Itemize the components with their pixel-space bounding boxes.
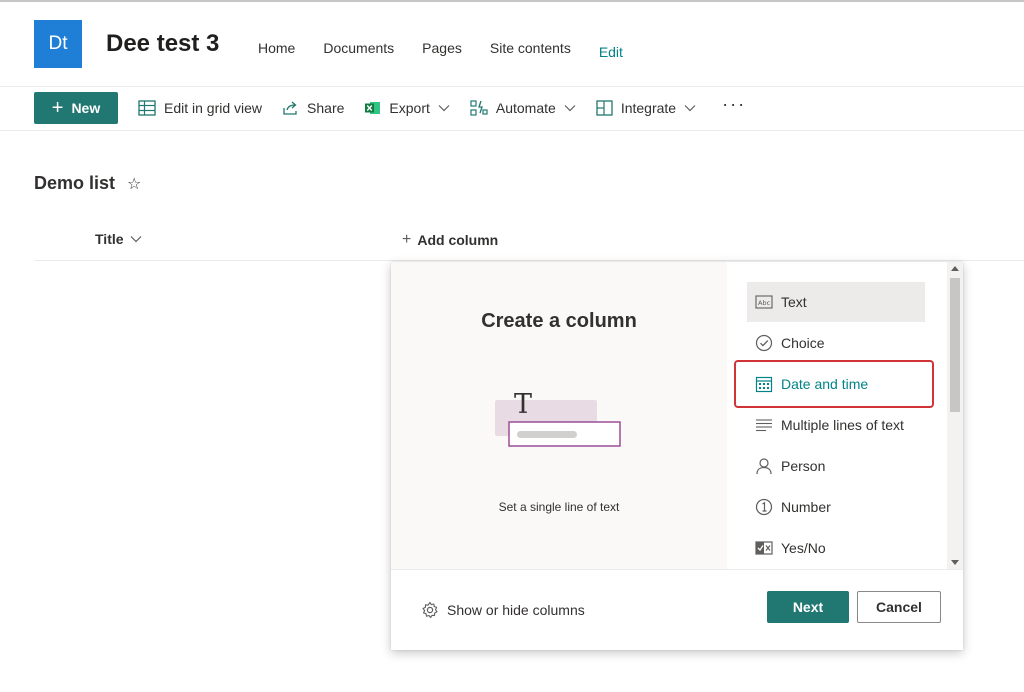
export-label: Export [389, 100, 430, 116]
column-type-number-label: Number [781, 499, 831, 515]
person-icon [756, 458, 772, 475]
column-type-number[interactable]: Number [747, 487, 925, 527]
edit-grid-view-label: Edit in grid view [164, 100, 263, 116]
check-circle-icon [755, 334, 773, 352]
column-header-title[interactable]: Title [95, 231, 142, 247]
column-header-title-label: Title [95, 231, 124, 247]
grid-icon [138, 100, 156, 116]
share-label: Share [307, 100, 345, 116]
panel-description: Set a single line of text [498, 500, 620, 514]
nav-site-contents[interactable]: Site contents [490, 40, 571, 56]
site-title[interactable]: Dee test 3 [106, 30, 219, 58]
column-type-text-label: Text [781, 294, 807, 310]
top-navigation: Home Documents Pages Site contents Edit [258, 40, 623, 60]
column-type-scrollbar[interactable] [947, 262, 963, 569]
column-type-text[interactable]: Abc Text [747, 282, 925, 322]
list-title-text: Demo list [34, 173, 116, 193]
column-type-yes-no[interactable]: Yes/No [747, 528, 925, 568]
add-column-button[interactable]: + Add column [402, 231, 498, 249]
scroll-up-arrow-icon[interactable] [951, 266, 959, 271]
show-hide-columns-link[interactable]: Show or hide columns [421, 601, 585, 619]
new-button-label: New [71, 100, 101, 116]
automate-icon [470, 100, 488, 116]
excel-icon [365, 102, 381, 114]
add-column-label: Add column [417, 232, 499, 248]
new-button[interactable]: + New [34, 92, 118, 124]
show-hide-columns-label: Show or hide columns [447, 602, 585, 618]
command-bar-divider [0, 130, 1024, 131]
column-type-choice[interactable]: Choice [747, 323, 925, 363]
scrollbar-thumb[interactable] [950, 278, 960, 412]
list-header-divider [34, 260, 1024, 261]
command-bar: + New Edit in grid view Share Export Aut… [34, 92, 746, 124]
star-icon[interactable]: ☆ [127, 174, 141, 194]
column-type-multiple-lines-of-text[interactable]: Multiple lines of text [747, 405, 925, 445]
site-logo-text: Dt [48, 33, 68, 54]
edit-grid-view-button[interactable]: Edit in grid view [138, 100, 262, 116]
column-type-yes-no-label: Yes/No [781, 540, 826, 556]
chevron-down-icon [564, 105, 576, 112]
chevron-down-icon [684, 105, 696, 112]
next-button[interactable]: Next [767, 591, 849, 623]
plus-icon: + [402, 231, 412, 248]
export-button[interactable]: Export [364, 100, 450, 116]
gear-icon [422, 601, 438, 619]
column-type-choice-label: Choice [781, 335, 825, 351]
column-type-person[interactable]: Person [747, 446, 925, 486]
highlight-annotation-box [734, 360, 934, 408]
list-title: Demo list ☆ [34, 173, 141, 194]
column-preview-area: Create a column T Set a single line of t… [391, 262, 727, 569]
integrate-button[interactable]: Integrate [596, 100, 696, 116]
window-top-border [0, 0, 1024, 2]
integrate-icon [596, 100, 613, 116]
panel-title: Create a column [481, 310, 637, 332]
cancel-button[interactable]: Cancel [857, 591, 941, 623]
automate-button[interactable]: Automate [470, 100, 576, 116]
svg-text:Abc: Abc [758, 299, 771, 307]
column-type-list: Abc Text Choice Date and time Multiple l… [727, 262, 947, 569]
number-icon [755, 498, 773, 516]
share-button[interactable]: Share [282, 100, 344, 116]
nav-pages[interactable]: Pages [422, 40, 462, 56]
multiline-text-icon [756, 419, 772, 432]
chevron-down-icon [438, 105, 450, 112]
automate-label: Automate [495, 100, 556, 116]
nav-edit-link[interactable]: Edit [599, 44, 623, 60]
integrate-label: Integrate [620, 100, 677, 116]
site-logo[interactable]: Dt [34, 20, 82, 68]
share-icon [283, 101, 297, 115]
create-column-panel: Create a column T Set a single line of t… [391, 262, 963, 650]
column-type-multiple-lines-label: Multiple lines of text [781, 417, 904, 433]
header-divider [0, 86, 1024, 87]
panel-footer-divider [391, 569, 963, 570]
text-type-icon: Abc [755, 295, 773, 309]
chevron-down-icon [130, 236, 141, 243]
scroll-down-arrow-icon[interactable] [951, 560, 959, 565]
nav-home[interactable]: Home [258, 40, 295, 56]
text-column-illustration: T [495, 389, 621, 447]
nav-documents[interactable]: Documents [323, 40, 394, 56]
yes-no-icon [755, 541, 773, 555]
plus-icon: + [51, 97, 64, 119]
more-commands-button[interactable]: ··· [722, 94, 746, 115]
illustration-glyph: T [514, 389, 532, 420]
column-type-person-label: Person [781, 458, 826, 474]
